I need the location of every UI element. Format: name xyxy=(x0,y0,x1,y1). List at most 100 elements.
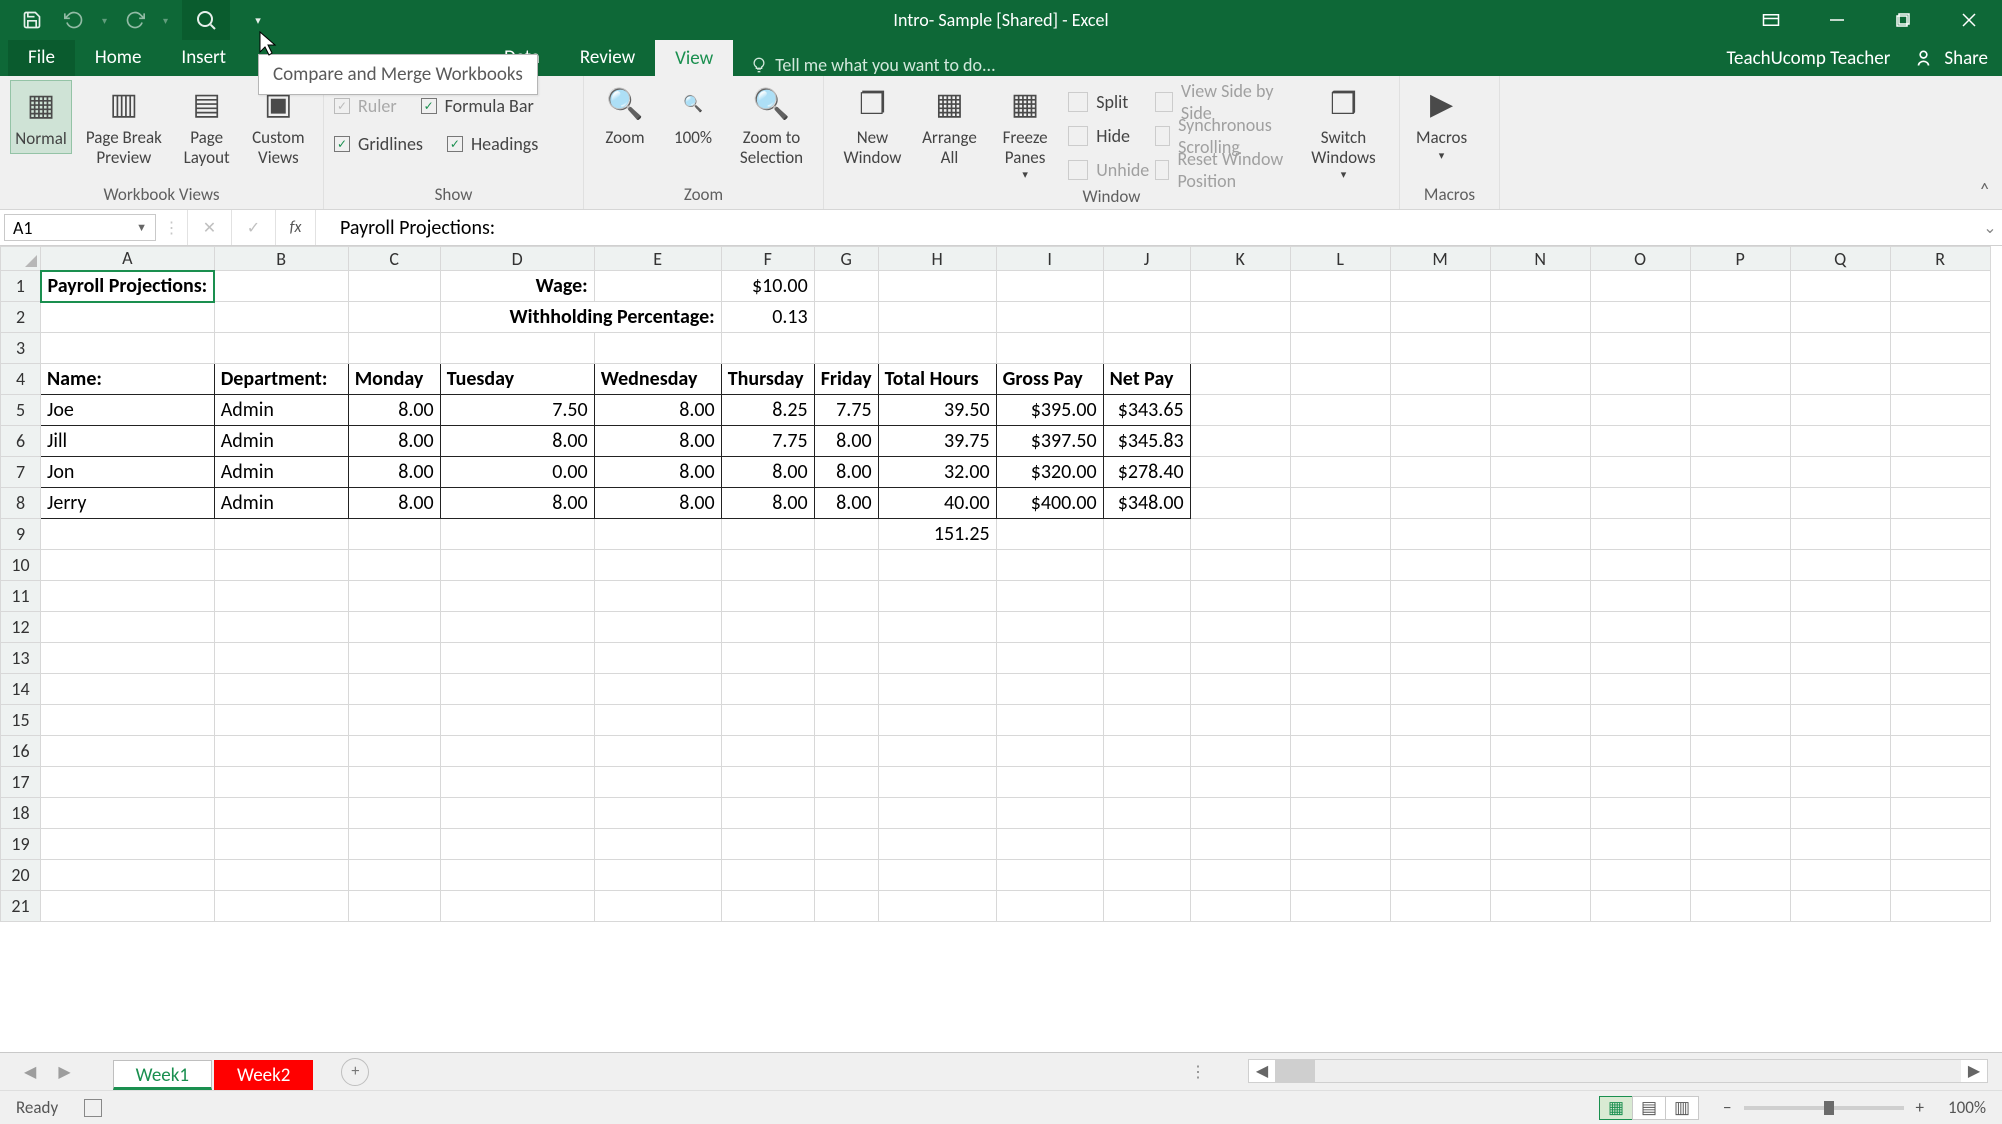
cell-l14[interactable] xyxy=(1290,674,1390,705)
cell-f17[interactable] xyxy=(721,767,814,798)
cell-d2[interactable]: Withholding Percentage: xyxy=(440,302,721,333)
cell-m1[interactable] xyxy=(1390,271,1490,302)
cell-e20[interactable] xyxy=(594,860,721,891)
cell-r1[interactable] xyxy=(1890,271,1990,302)
fx-icon[interactable]: fx xyxy=(276,210,316,245)
cell-d11[interactable] xyxy=(440,581,594,612)
cell-l13[interactable] xyxy=(1290,643,1390,674)
cell-q14[interactable] xyxy=(1790,674,1890,705)
cell-p10[interactable] xyxy=(1690,550,1790,581)
cell-h5[interactable]: 39.50 xyxy=(878,395,996,426)
switchwindows-button[interactable]: ❒Switch Windows▾ xyxy=(1298,80,1389,186)
row-header-12[interactable]: 12 xyxy=(1,612,41,643)
tab-scroll-right-icon[interactable]: ▶ xyxy=(58,1062,70,1082)
cell-n11[interactable] xyxy=(1490,581,1590,612)
cell-g19[interactable] xyxy=(814,829,878,860)
cell-q19[interactable] xyxy=(1790,829,1890,860)
cell-b17[interactable] xyxy=(214,767,348,798)
cell-p6[interactable] xyxy=(1690,426,1790,457)
cell-i13[interactable] xyxy=(996,643,1103,674)
redo-icon[interactable] xyxy=(121,6,149,34)
cell-h17[interactable] xyxy=(878,767,996,798)
cell-p1[interactable] xyxy=(1690,271,1790,302)
cell-d15[interactable] xyxy=(440,705,594,736)
cell-m10[interactable] xyxy=(1390,550,1490,581)
cell-p14[interactable] xyxy=(1690,674,1790,705)
cell-d20[interactable] xyxy=(440,860,594,891)
tab-split-handle[interactable]: ⋮ xyxy=(1190,1062,1206,1082)
newwindow-button[interactable]: ❐New Window xyxy=(834,80,911,171)
cell-j4[interactable]: Net Pay xyxy=(1103,364,1190,395)
cell-e8[interactable]: 8.00 xyxy=(594,488,721,519)
col-header-A[interactable]: A xyxy=(41,247,215,271)
cell-p9[interactable] xyxy=(1690,519,1790,550)
cell-e18[interactable] xyxy=(594,798,721,829)
cell-a2[interactable] xyxy=(41,302,215,333)
row-header-7[interactable]: 7 xyxy=(1,457,41,488)
cell-f11[interactable] xyxy=(721,581,814,612)
hide-button[interactable]: Hide xyxy=(1068,120,1149,152)
cell-o19[interactable] xyxy=(1590,829,1690,860)
zoom-track[interactable] xyxy=(1744,1106,1904,1110)
cell-c15[interactable] xyxy=(348,705,440,736)
cell-n1[interactable] xyxy=(1490,271,1590,302)
cell-k1[interactable] xyxy=(1190,271,1290,302)
cell-b14[interactable] xyxy=(214,674,348,705)
cell-i18[interactable] xyxy=(996,798,1103,829)
cell-c10[interactable] xyxy=(348,550,440,581)
cell-o17[interactable] xyxy=(1590,767,1690,798)
cell-o11[interactable] xyxy=(1590,581,1690,612)
cell-j17[interactable] xyxy=(1103,767,1190,798)
collapse-ribbon-icon[interactable]: ˄ xyxy=(1979,179,1990,203)
hscroll-thumb[interactable] xyxy=(1275,1060,1315,1082)
cell-f10[interactable] xyxy=(721,550,814,581)
cell-f4[interactable]: Thursday xyxy=(721,364,814,395)
cell-p5[interactable] xyxy=(1690,395,1790,426)
cell-j1[interactable] xyxy=(1103,271,1190,302)
zoom-slider[interactable]: − + xyxy=(1723,1097,1924,1118)
cell-o8[interactable] xyxy=(1590,488,1690,519)
cell-e13[interactable] xyxy=(594,643,721,674)
cell-b4[interactable]: Department: xyxy=(214,364,348,395)
hscroll-right-icon[interactable]: ▶ xyxy=(1961,1061,1987,1081)
cell-d14[interactable] xyxy=(440,674,594,705)
cell-m12[interactable] xyxy=(1390,612,1490,643)
cell-j3[interactable] xyxy=(1103,333,1190,364)
cell-e1[interactable] xyxy=(594,271,721,302)
cell-e7[interactable]: 8.00 xyxy=(594,457,721,488)
account-name[interactable]: TeachUcomp Teacher xyxy=(1726,47,1890,70)
cell-a9[interactable] xyxy=(41,519,215,550)
cell-b5[interactable]: Admin xyxy=(214,395,348,426)
cell-n4[interactable] xyxy=(1490,364,1590,395)
cell-k7[interactable] xyxy=(1190,457,1290,488)
cell-d3[interactable] xyxy=(440,333,594,364)
zoom100-button[interactable]: 🔍100% xyxy=(662,80,724,152)
cell-o7[interactable] xyxy=(1590,457,1690,488)
tab-insert[interactable]: Insert xyxy=(161,40,246,76)
cell-l1[interactable] xyxy=(1290,271,1390,302)
cell-n8[interactable] xyxy=(1490,488,1590,519)
cell-r12[interactable] xyxy=(1890,612,1990,643)
macro-record-icon[interactable] xyxy=(84,1099,102,1117)
row-header-8[interactable]: 8 xyxy=(1,488,41,519)
cell-h8[interactable]: 40.00 xyxy=(878,488,996,519)
row-header-16[interactable]: 16 xyxy=(1,736,41,767)
cell-p17[interactable] xyxy=(1690,767,1790,798)
cell-o13[interactable] xyxy=(1590,643,1690,674)
cell-b2[interactable] xyxy=(214,302,348,333)
cell-i5[interactable]: $395.00 xyxy=(996,395,1103,426)
cell-k8[interactable] xyxy=(1190,488,1290,519)
cell-g6[interactable]: 8.00 xyxy=(814,426,878,457)
cell-m7[interactable] xyxy=(1390,457,1490,488)
cell-n3[interactable] xyxy=(1490,333,1590,364)
normal-shortcut-icon[interactable]: ▦ xyxy=(1599,1096,1633,1120)
cell-n20[interactable] xyxy=(1490,860,1590,891)
cell-c1[interactable] xyxy=(348,271,440,302)
tab-home[interactable]: Home xyxy=(75,40,162,76)
cell-c20[interactable] xyxy=(348,860,440,891)
cell-j15[interactable] xyxy=(1103,705,1190,736)
cell-q9[interactable] xyxy=(1790,519,1890,550)
cell-r2[interactable] xyxy=(1890,302,1990,333)
cell-k13[interactable] xyxy=(1190,643,1290,674)
cell-d9[interactable] xyxy=(440,519,594,550)
